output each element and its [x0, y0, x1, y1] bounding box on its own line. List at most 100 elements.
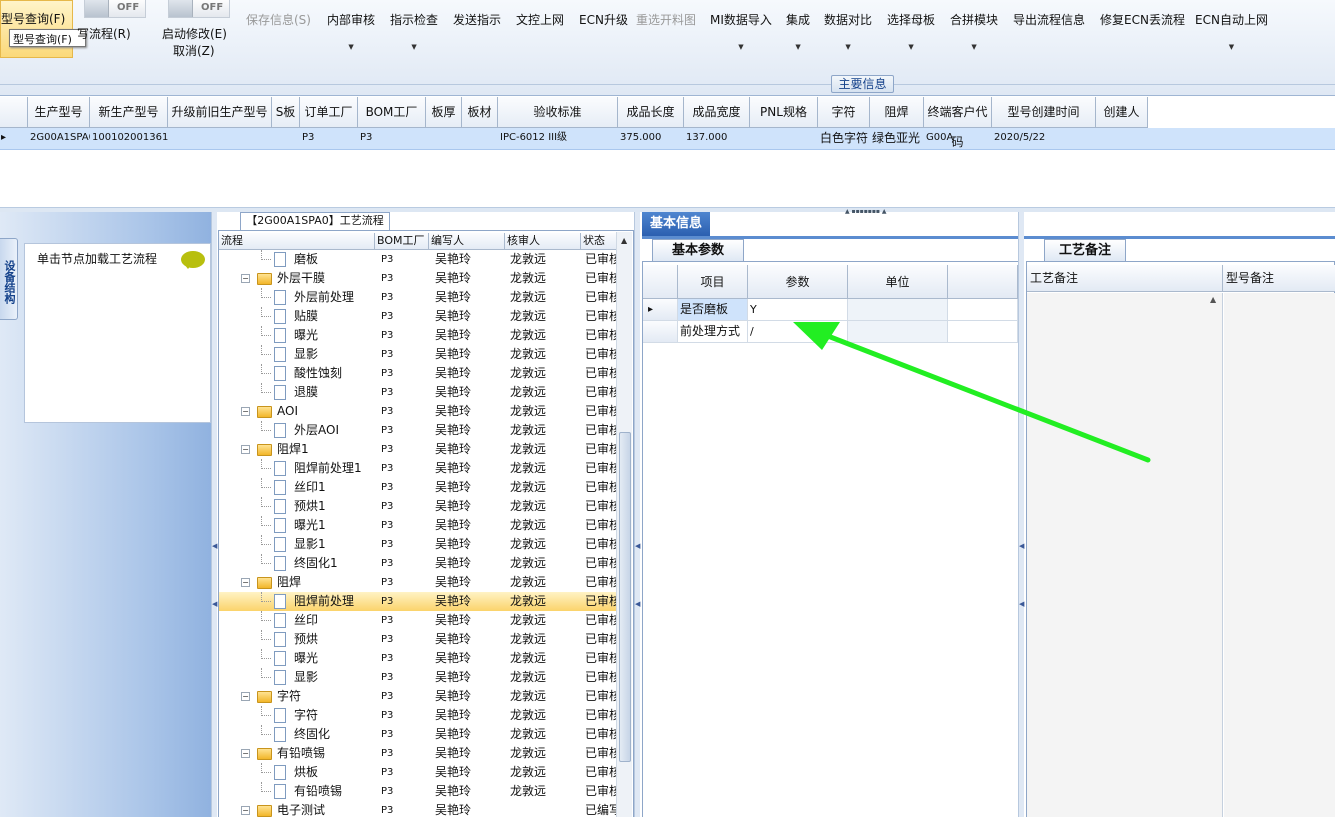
table-row[interactable]: ▸ 是否磨板 Y — [643, 299, 1018, 321]
column-header[interactable]: 项目 — [678, 265, 748, 299]
cell-unit[interactable] — [848, 299, 948, 321]
tree-node[interactable]: 阻焊前处理 P3 吴艳玲 龙敦远 已审核 — [219, 592, 619, 611]
collapse-icon[interactable]: − — [241, 445, 250, 454]
column-header[interactable]: 流程 — [219, 233, 375, 250]
doc-control-online-button[interactable]: 文控上网 — [516, 11, 564, 71]
reselect-cutting-button[interactable]: 重选开料图 — [636, 11, 696, 71]
tree-node[interactable]: 贴膜 P3 吴艳玲 龙敦远 已审核 — [219, 307, 619, 326]
collapse-icon[interactable]: − — [241, 274, 250, 283]
column-header[interactable]: 订单工厂 — [300, 97, 358, 128]
tree-node-group[interactable]: − 有铅喷锡 P3 吴艳玲 龙敦远 已审核 — [219, 744, 619, 763]
tree-node[interactable]: 曝光 P3 吴艳玲 龙敦远 已审核 — [219, 326, 619, 345]
column-header[interactable]: 新生产型号 — [90, 97, 168, 128]
ecn-auto-online-button[interactable]: ECN自动上网 ▼ — [1195, 11, 1268, 71]
vtab-equipment-structure[interactable]: 设备结构 — [0, 238, 18, 320]
merge-module-button[interactable]: 合拼模块 ▼ — [950, 11, 998, 71]
tab-craft-notes[interactable]: 工艺备注 — [1044, 239, 1126, 261]
column-header[interactable]: 创建人 — [1096, 97, 1148, 128]
tree-node-group[interactable]: − 阻焊 P3 吴艳玲 龙敦远 已审核 — [219, 573, 619, 592]
column-header[interactable]: 编写人 — [429, 233, 505, 250]
column-header[interactable]: 单位 — [848, 265, 948, 299]
ecn-upgrade-button[interactable]: ECN升级 — [579, 11, 628, 71]
check-instruction-button[interactable]: 指示检查 ▼ — [390, 11, 438, 71]
tree-node[interactable]: 终固化1 P3 吴艳玲 龙敦远 已审核 — [219, 554, 619, 573]
table-row[interactable]: ▸ 2G00A1SPA010010200136182 P3 P3 IPC-6012 II… — [0, 128, 1335, 150]
column-header[interactable]: 工艺备注 — [1027, 265, 1223, 292]
select-mother-board-button[interactable]: 选择母板 ▼ — [887, 11, 935, 71]
repair-ecn-button[interactable]: 修复ECN丢流程 — [1100, 11, 1185, 71]
collapse-icon[interactable]: − — [241, 407, 250, 416]
collapse-icon[interactable]: − — [241, 806, 250, 815]
column-header[interactable]: BOM工厂 — [375, 233, 429, 250]
tree-node[interactable]: 阻焊前处理1 P3 吴艳玲 龙敦远 已审核 — [219, 459, 619, 478]
tree-node[interactable]: 丝印 P3 吴艳玲 龙敦远 已审核 — [219, 611, 619, 630]
tree-node[interactable]: 外层AOI P3 吴艳玲 龙敦远 已审核 — [219, 421, 619, 440]
column-header[interactable]: PNL规格 — [750, 97, 818, 128]
column-header[interactable]: 成品宽度 — [684, 97, 750, 128]
tab-basic-params[interactable]: 基本参数 — [652, 239, 744, 261]
internal-review-button[interactable]: 内部审核 ▼ — [327, 11, 375, 71]
chevron-up-icon[interactable]: ▲ — [1210, 295, 1216, 304]
tree-node[interactable]: 酸性蚀刻 P3 吴艳玲 龙敦远 已审核 — [219, 364, 619, 383]
vertical-splitter[interactable]: ◀ ◀ — [1018, 212, 1024, 817]
craft-notes-textarea[interactable]: ▲ — [1027, 293, 1223, 817]
column-header[interactable]: S板 — [272, 97, 300, 128]
column-header[interactable]: BOM工厂 — [358, 97, 426, 128]
column-header[interactable]: 生产型号 — [28, 97, 90, 128]
column-header[interactable]: 验收标准 — [498, 97, 618, 128]
tree-node-group[interactable]: − 字符 P3 吴艳玲 龙敦远 已审核 — [219, 687, 619, 706]
column-header[interactable]: 参数 — [748, 265, 848, 299]
mi-import-button[interactable]: MI数据导入 ▼ — [710, 11, 772, 71]
column-header[interactable]: 升级前旧生产型号 — [168, 97, 272, 128]
integrate-button[interactable]: 集成 ▼ — [786, 11, 810, 71]
collapse-icon[interactable]: − — [241, 692, 250, 701]
tree-node[interactable]: 丝印1 P3 吴艳玲 龙敦远 已审核 — [219, 478, 619, 497]
tab-basic-info[interactable]: 基本信息 — [642, 212, 710, 236]
column-header[interactable]: 板材 — [462, 97, 498, 128]
cancel-button[interactable]: 取消(Z) — [173, 42, 215, 102]
vertical-splitter[interactable]: ◀ ◀ — [211, 212, 217, 817]
write-flow-button[interactable]: 写流程(R) — [77, 25, 131, 85]
send-instruction-button[interactable]: 发送指示 — [453, 11, 501, 71]
data-compare-button[interactable]: 数据对比 ▼ — [824, 11, 872, 71]
collapse-icon[interactable]: − — [241, 578, 250, 587]
tree-node[interactable]: 烘板 P3 吴艳玲 龙敦远 已审核 — [219, 763, 619, 782]
column-header[interactable]: 型号备注 — [1223, 265, 1335, 292]
write-flow-toggle[interactable]: OFF — [84, 0, 146, 18]
tree-node[interactable]: 终固化 P3 吴艳玲 龙敦远 已审核 — [219, 725, 619, 744]
tree-node[interactable]: 曝光 P3 吴艳玲 龙敦远 已审核 — [219, 649, 619, 668]
column-header[interactable]: 终端客户代码 — [924, 97, 992, 149]
tree-node[interactable]: 预烘 P3 吴艳玲 龙敦远 已审核 — [219, 630, 619, 649]
tree-node[interactable]: 退膜 P3 吴艳玲 龙敦远 已审核 — [219, 383, 619, 402]
tree-node[interactable]: 预烘1 P3 吴艳玲 龙敦远 已审核 — [219, 497, 619, 516]
tree-node[interactable]: 显影1 P3 吴艳玲 龙敦远 已审核 — [219, 535, 619, 554]
column-header[interactable]: 字符 — [818, 97, 870, 128]
export-flow-button[interactable]: 导出流程信息 — [1013, 11, 1085, 71]
tree-node[interactable]: 外层前处理 P3 吴艳玲 龙敦远 已审核 — [219, 288, 619, 307]
tree-node[interactable]: 显影 P3 吴艳玲 龙敦远 已审核 — [219, 345, 619, 364]
column-header[interactable]: 状态 — [581, 233, 619, 250]
cell-unit[interactable] — [848, 321, 948, 343]
column-header[interactable]: 型号创建时间 — [992, 97, 1096, 128]
tree-node-group[interactable]: − 外层干膜 P3 吴艳玲 龙敦远 已审核 — [219, 269, 619, 288]
tree-node[interactable]: 显影 P3 吴艳玲 龙敦远 已审核 — [219, 668, 619, 687]
collapse-icon[interactable]: − — [241, 749, 250, 758]
save-info-button[interactable]: 保存信息(S) — [246, 11, 311, 71]
cell-param[interactable]: Y — [748, 299, 848, 321]
model-notes-textarea[interactable] — [1224, 293, 1335, 817]
column-header[interactable]: 板厚 — [426, 97, 462, 128]
scrollbar-thumb[interactable] — [619, 432, 631, 762]
tree-node[interactable]: 有铅喷锡 P3 吴艳玲 龙敦远 已审核 — [219, 782, 619, 801]
tree-node-group[interactable]: − 阻焊1 P3 吴艳玲 龙敦远 已审核 — [219, 440, 619, 459]
tree-node[interactable]: 字符 P3 吴艳玲 龙敦远 已审核 — [219, 706, 619, 725]
vertical-splitter[interactable]: ◀ ◀ — [634, 212, 640, 817]
column-header[interactable]: 成品长度 — [618, 97, 684, 128]
column-header[interactable]: 核审人 — [505, 233, 581, 250]
tree-node-group[interactable]: − 电子测试 P3 吴艳玲 已编写 — [219, 801, 619, 817]
tree-node-group[interactable]: − AOI P3 吴艳玲 龙敦远 已审核 — [219, 402, 619, 421]
chevron-up-icon[interactable]: ▲ — [621, 236, 627, 245]
cell-param[interactable]: / — [748, 321, 848, 343]
column-header[interactable]: 阻焊 — [870, 97, 924, 128]
tree-node[interactable]: 磨板 P3 吴艳玲 龙敦远 已审核 — [219, 250, 619, 269]
table-row[interactable]: 前处理方式 / — [643, 321, 1018, 343]
